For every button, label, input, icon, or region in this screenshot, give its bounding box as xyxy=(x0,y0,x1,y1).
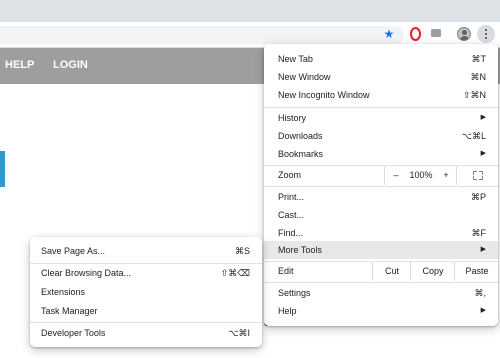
menu-item-label: Save Page As... xyxy=(41,246,106,256)
submenu-item-clear-browsing-data[interactable]: Clear Browsing Data... ⇧⌘⌫ xyxy=(30,264,262,282)
submenu-arrow-icon: ▶ xyxy=(480,307,486,314)
menu-item-shortcut: ⇧⌘⌫ xyxy=(220,268,250,278)
menu-item-label: History xyxy=(278,113,307,123)
menu-item-find[interactable]: Find... ⌘F xyxy=(264,224,498,242)
chrome-main-menu: New Tab ⌘T New Window ⌘N New Incognito W… xyxy=(264,44,498,326)
menu-item-shortcut: ⌘, xyxy=(474,288,486,298)
opera-extension-icon[interactable] xyxy=(409,27,421,41)
edit-copy-button[interactable]: Copy xyxy=(410,262,455,281)
menu-item-history[interactable]: History ▶ xyxy=(264,109,498,127)
menu-item-label: More Tools xyxy=(278,245,322,255)
nav-help-link[interactable]: HELP xyxy=(5,59,34,71)
menu-item-shortcut: ⌘F xyxy=(471,228,487,238)
menu-item-label: Bookmarks xyxy=(278,149,324,159)
menu-item-shortcut: ⌘T xyxy=(471,54,487,64)
menu-item-label: Help xyxy=(278,306,297,316)
cut-label: Cut xyxy=(384,266,399,276)
menu-item-label: New Window xyxy=(278,72,331,82)
copy-label: Copy xyxy=(422,266,444,276)
zoom-in-label: + xyxy=(443,170,449,180)
address-bar[interactable] xyxy=(0,26,404,44)
menu-item-bookmarks[interactable]: Bookmarks ▶ xyxy=(264,145,498,163)
menu-item-label: Settings xyxy=(278,288,311,298)
fullscreen-icon xyxy=(473,171,483,180)
menu-item-more-tools[interactable]: More Tools ▶ xyxy=(264,241,498,259)
menu-item-label: Clear Browsing Data... xyxy=(41,268,132,278)
menu-item-settings[interactable]: Settings ⌘, xyxy=(264,284,498,302)
menu-item-label: Zoom xyxy=(278,170,302,180)
zoom-out-label: – xyxy=(393,170,399,180)
submenu-item-task-manager[interactable]: Task Manager xyxy=(30,302,262,320)
menu-item-label: Edit xyxy=(278,266,294,276)
menu-item-cast[interactable]: Cast... xyxy=(264,206,498,224)
menu-item-new-tab[interactable]: New Tab ⌘T xyxy=(264,50,498,68)
menu-item-label: Extensions xyxy=(41,287,86,297)
menu-item-label: New Tab xyxy=(278,54,313,64)
page-accent-block xyxy=(0,151,5,187)
kebab-menu-icon[interactable] xyxy=(477,25,495,43)
menu-separator xyxy=(30,322,262,323)
submenu-item-developer-tools[interactable]: Developer Tools ⌥⌘I xyxy=(30,324,262,342)
menu-item-label: New Incognito Window xyxy=(278,90,370,100)
menu-item-label: Task Manager xyxy=(41,306,98,316)
menu-item-new-incognito-window[interactable]: New Incognito Window ⇧⌘N xyxy=(264,86,498,104)
menu-item-shortcut: ⌥⌘L xyxy=(461,131,486,141)
tab-strip xyxy=(0,0,500,22)
submenu-item-save-page-as[interactable]: Save Page As... ⌘S xyxy=(30,242,262,260)
menu-item-downloads[interactable]: Downloads ⌥⌘L xyxy=(264,127,498,145)
edit-paste-button[interactable]: Paste xyxy=(454,262,499,281)
menu-item-new-window[interactable]: New Window ⌘N xyxy=(264,68,498,86)
fullscreen-button[interactable] xyxy=(456,166,499,185)
edit-cut-button[interactable]: Cut xyxy=(372,262,411,281)
menu-item-shortcut: ⌥⌘I xyxy=(228,328,250,338)
cast-extension-icon[interactable] xyxy=(431,29,441,37)
submenu-arrow-icon: ▶ xyxy=(480,114,486,121)
menu-item-label: Cast... xyxy=(278,210,305,220)
profile-avatar-icon[interactable] xyxy=(457,27,471,41)
zoom-out-button[interactable]: – xyxy=(384,166,407,185)
menu-item-shortcut: ⌘N xyxy=(470,72,487,82)
menu-item-label: Developer Tools xyxy=(41,328,106,338)
menu-item-edit: Edit Cut Copy Paste xyxy=(264,262,498,281)
zoom-level-value: 100% xyxy=(409,170,433,180)
menu-item-help[interactable]: Help ▶ xyxy=(264,302,498,320)
menu-separator xyxy=(264,186,498,187)
zoom-in-button[interactable]: + xyxy=(436,166,456,185)
menu-item-label: Downloads xyxy=(278,131,323,141)
submenu-item-extensions[interactable]: Extensions xyxy=(30,283,262,301)
menu-separator xyxy=(264,107,498,108)
menu-item-label: Find... xyxy=(278,228,304,238)
menu-item-shortcut: ⇧⌘N xyxy=(462,90,486,100)
menu-item-zoom: Zoom – 100% + xyxy=(264,166,498,185)
menu-item-print[interactable]: Print... ⌘P xyxy=(264,188,498,206)
paste-label: Paste xyxy=(465,266,489,276)
bookmark-star-icon[interactable]: ★ xyxy=(382,27,396,41)
nav-login-link[interactable]: LOGIN xyxy=(53,59,88,71)
more-tools-submenu: Save Page As... ⌘S Clear Browsing Data..… xyxy=(30,237,262,347)
submenu-arrow-icon: ▶ xyxy=(480,246,486,253)
menu-item-shortcut: ⌘P xyxy=(470,192,486,202)
menu-separator xyxy=(264,282,498,283)
menu-item-shortcut: ⌘S xyxy=(234,246,250,256)
menu-item-label: Print... xyxy=(278,192,305,202)
submenu-arrow-icon: ▶ xyxy=(480,150,486,157)
